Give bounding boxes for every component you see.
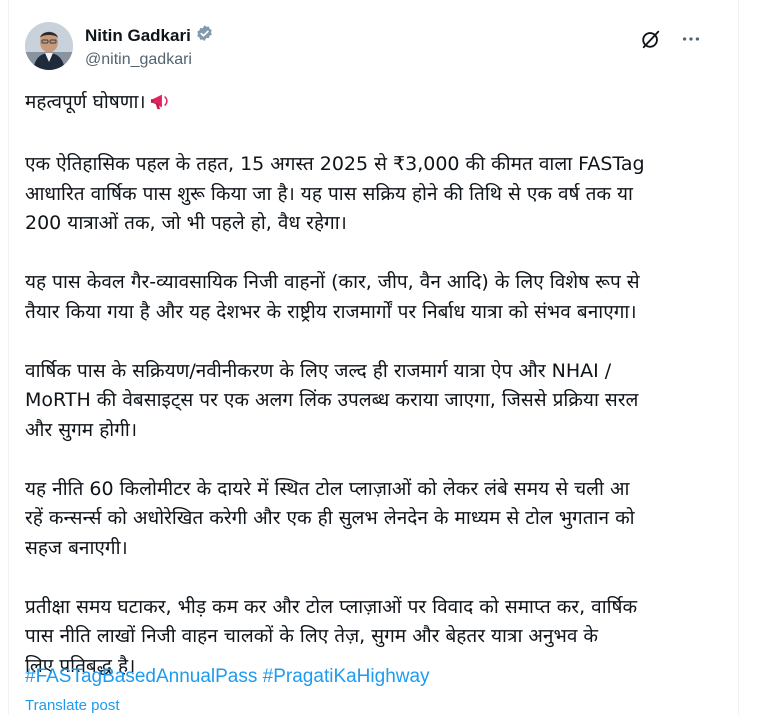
- tweet-text: महत्वपूर्ण घोषणा। एक ऐतिहासिक पहल के तहत…: [25, 88, 725, 681]
- verified-badge-icon[interactable]: [195, 24, 214, 47]
- grok-icon[interactable]: [638, 26, 664, 52]
- tweet-paragraph-5: प्रतीक्षा समय घटाकर, भीड़ कम कर और टोल प…: [25, 595, 638, 677]
- tweet-paragraph-4: यह नीति 60 किलोमीटर के दायरे में स्थित ट…: [25, 477, 635, 559]
- author-handle[interactable]: @nitin_gadkari: [85, 51, 214, 69]
- tweet-paragraph-3: वार्षिक पास के सक्रियण/नवीनीकरण के लिए ज…: [25, 359, 639, 441]
- avatar-image: [25, 22, 73, 70]
- display-name-row: Nitin Gadkari: [85, 24, 214, 47]
- tweet-paragraph-2: यह पास केवल गैर-व्यावसायिक निजी वाहनों (…: [25, 271, 640, 323]
- tweet-paragraph-1: एक ऐतिहासिक पहल के तहत, 15 अगस्त 2025 से…: [25, 153, 645, 234]
- tweet-headline: महत्वपूर्ण घोषणा।: [25, 91, 146, 113]
- hashtags: #FASTagBasedAnnualPass #PragatiKaHighway: [25, 666, 430, 688]
- hashtag-pragati-ka-highway[interactable]: #PragatiKaHighway: [263, 666, 430, 687]
- translate-post-link[interactable]: Translate post: [25, 697, 120, 714]
- tweet-card: Nitin Gadkari @nitin_gadkari महत्वपूर्ण …: [8, 0, 739, 715]
- more-options-icon[interactable]: [678, 26, 704, 52]
- header-actions: [638, 26, 704, 52]
- author-names: Nitin Gadkari @nitin_gadkari: [85, 24, 214, 69]
- hashtag-fastag-annual-pass[interactable]: #FASTagBasedAnnualPass: [25, 666, 257, 687]
- display-name[interactable]: Nitin Gadkari: [85, 26, 191, 46]
- tweet-header: Nitin Gadkari @nitin_gadkari: [25, 18, 722, 74]
- avatar[interactable]: [25, 22, 73, 70]
- megaphone-icon: [150, 91, 172, 121]
